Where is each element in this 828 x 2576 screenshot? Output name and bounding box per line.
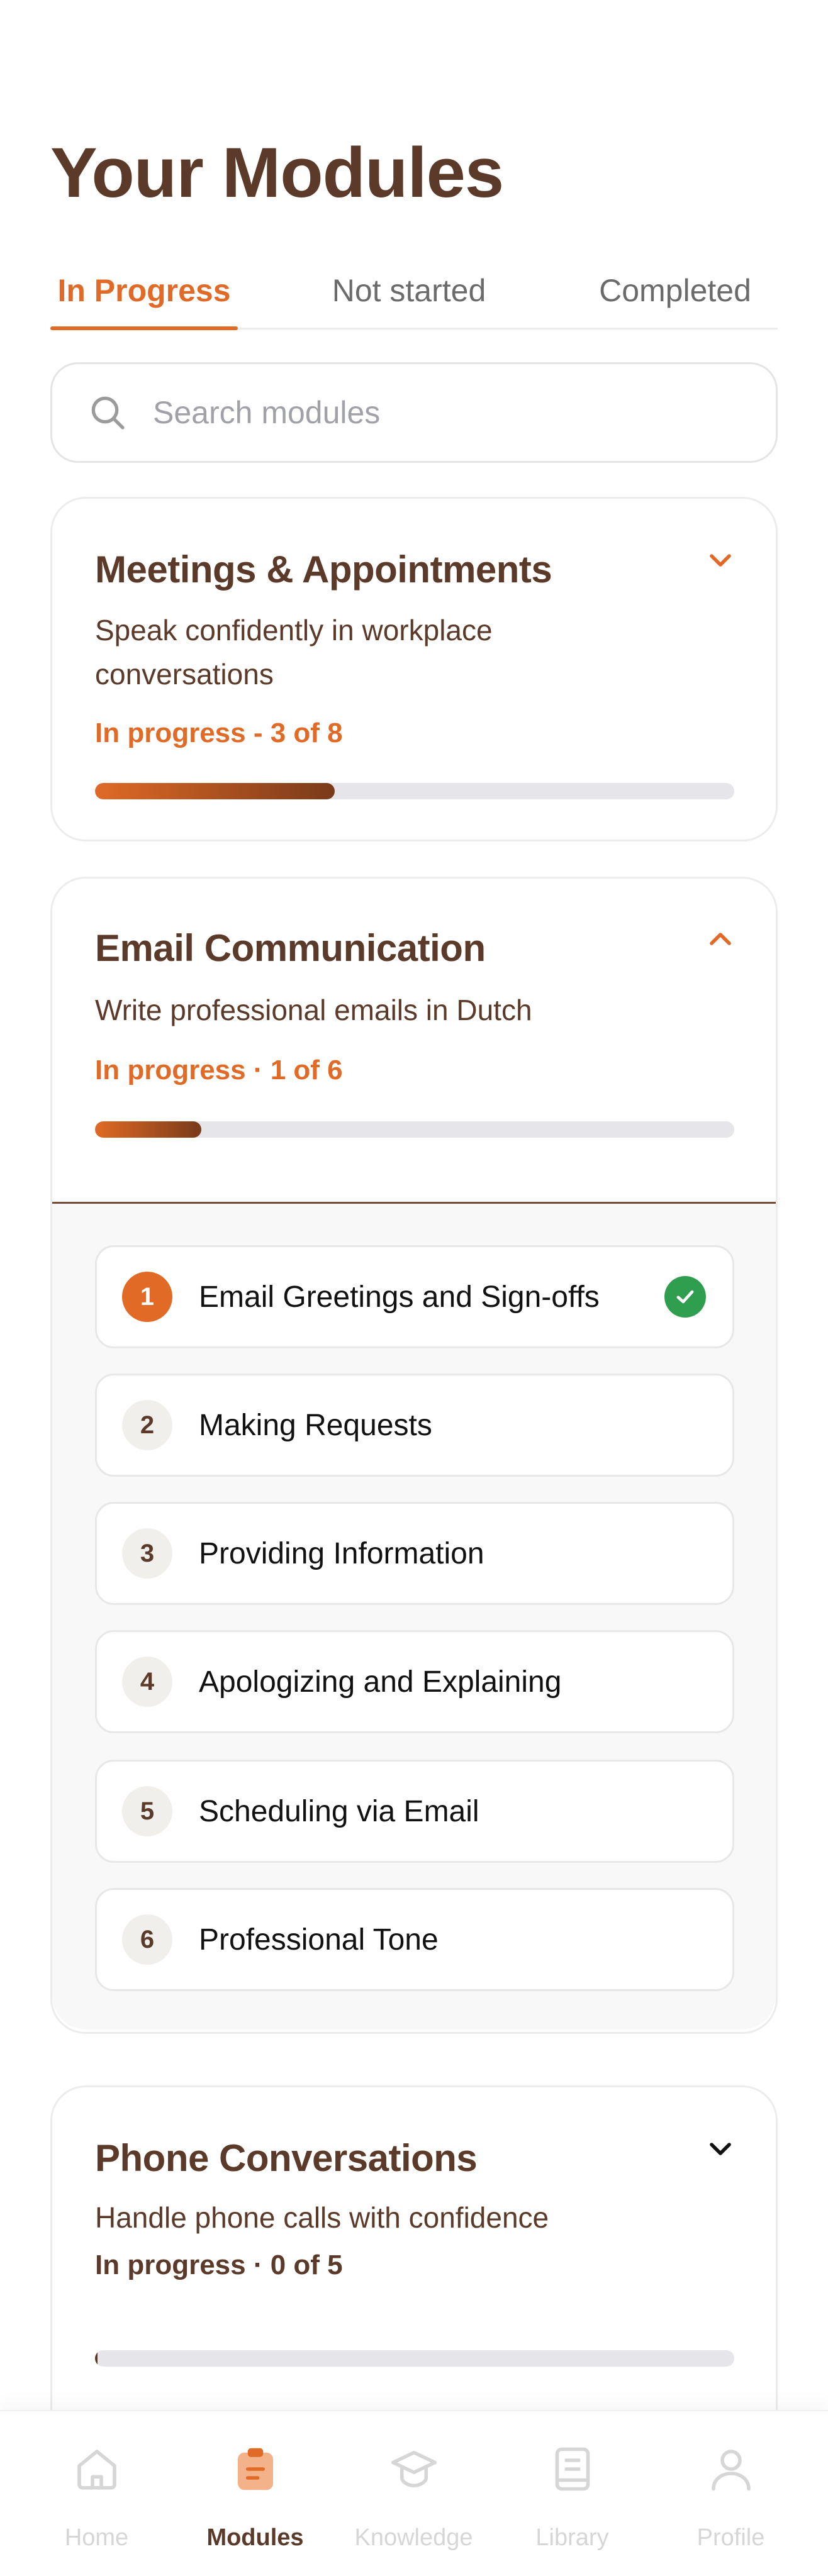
lesson-number: 1 xyxy=(122,1272,172,1322)
bottom-nav: Home Modules Knowledge Library Profile xyxy=(0,2410,828,2576)
lesson-item[interactable]: 5 Scheduling via Email xyxy=(95,1760,734,1863)
nav-label: Home xyxy=(64,2524,129,2551)
search-bar[interactable] xyxy=(50,362,778,463)
module-progress-bar xyxy=(95,783,734,799)
module-progress-bar xyxy=(95,1121,734,1138)
module-progress-bar xyxy=(95,2350,734,2367)
user-icon xyxy=(711,2450,751,2491)
module-description: Handle phone calls with confidence xyxy=(95,2201,549,2234)
lesson-label: Scheduling via Email xyxy=(199,1794,479,1828)
nav-label: Library xyxy=(535,2524,609,2551)
search-input[interactable] xyxy=(153,394,719,431)
chevron-down-icon[interactable] xyxy=(703,2131,738,2167)
module-card-email[interactable]: Email Communication Write professional e… xyxy=(50,877,778,2034)
tab-bar: In Progress Not started Completed xyxy=(50,252,778,330)
lesson-label: Email Greetings and Sign-offs xyxy=(199,1280,600,1314)
chevron-up-icon[interactable] xyxy=(703,921,738,957)
module-description: Write professional emails in Dutch xyxy=(95,994,532,1026)
lesson-number: 2 xyxy=(122,1400,172,1450)
lesson-list: 1 Email Greetings and Sign-offs 2 Making… xyxy=(52,1202,776,2029)
module-progress-fill xyxy=(95,1121,202,1138)
lesson-number: 3 xyxy=(122,1528,172,1579)
lesson-number: 4 xyxy=(122,1657,172,1707)
search-icon xyxy=(91,396,125,430)
module-title: Phone Conversations xyxy=(95,2137,478,2179)
module-description: Speak confidently in workplace conversat… xyxy=(95,614,493,691)
module-status: In progress - 3 of 8 xyxy=(95,718,343,748)
lesson-item[interactable]: 1 Email Greetings and Sign-offs xyxy=(95,1245,734,1348)
nav-knowledge[interactable]: Knowledge xyxy=(331,2411,496,2576)
module-status: In progress · 1 of 6 xyxy=(95,1055,343,1085)
active-tab-indicator xyxy=(50,326,238,330)
nav-label: Modules xyxy=(206,2524,304,2551)
lesson-number: 5 xyxy=(122,1786,172,1836)
tab-not-started[interactable]: Not started xyxy=(302,252,516,330)
lesson-item[interactable]: 2 Making Requests xyxy=(95,1374,734,1477)
lesson-label: Providing Information xyxy=(199,1536,484,1570)
nav-label: Knowledge xyxy=(354,2524,473,2551)
lesson-number: 6 xyxy=(122,1914,172,1965)
module-title: Email Communication xyxy=(95,927,486,969)
tab-in-progress[interactable]: In Progress xyxy=(50,252,238,330)
chevron-down-icon[interactable] xyxy=(703,543,738,578)
clipboard-icon xyxy=(237,2448,273,2490)
lesson-label: Apologizing and Explaining xyxy=(199,1665,562,1699)
module-status: In progress · 0 of 5 xyxy=(95,2250,343,2280)
tab-completed[interactable]: Completed xyxy=(573,252,778,330)
module-progress-fill xyxy=(95,2350,98,2367)
graduation-cap-icon xyxy=(391,2450,437,2488)
lesson-item[interactable]: 3 Providing Information xyxy=(95,1502,734,1605)
module-card-meetings[interactable]: Meetings & Appointments Speak confidentl… xyxy=(50,497,778,841)
lesson-item[interactable]: 4 Apologizing and Explaining xyxy=(95,1630,734,1733)
nav-profile[interactable]: Profile xyxy=(648,2411,814,2576)
lesson-item[interactable]: 6 Professional Tone xyxy=(95,1888,734,1991)
module-title: Meetings & Appointments xyxy=(95,548,552,591)
page-title: Your Modules xyxy=(50,133,504,212)
nav-label: Profile xyxy=(697,2524,765,2551)
check-icon xyxy=(664,1276,706,1318)
nav-modules[interactable]: Modules xyxy=(172,2411,338,2576)
module-card-phone[interactable]: Phone Conversations Handle phone calls w… xyxy=(50,2085,778,2412)
lesson-label: Making Requests xyxy=(199,1408,432,1442)
book-icon xyxy=(555,2447,590,2491)
module-progress-fill xyxy=(95,783,335,799)
home-icon xyxy=(77,2450,116,2490)
nav-library[interactable]: Library xyxy=(490,2411,655,2576)
nav-home[interactable]: Home xyxy=(14,2411,179,2576)
lesson-label: Professional Tone xyxy=(199,1923,439,1957)
